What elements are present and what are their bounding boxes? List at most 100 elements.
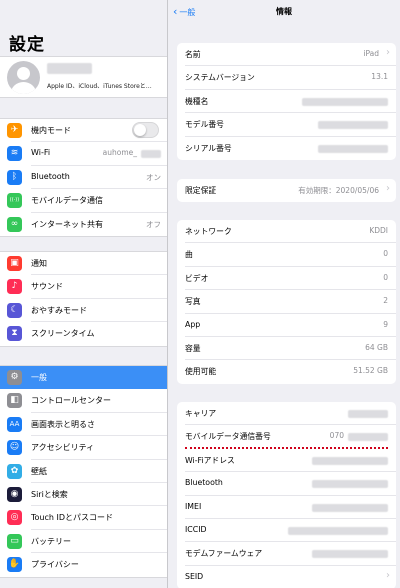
info-row: IMEI <box>177 496 396 519</box>
info-label: シリアル番号 <box>185 143 232 153</box>
airplane-icon: ✈ <box>7 123 22 138</box>
redacted-value <box>288 526 388 535</box>
hotspot-icon: ∞ <box>7 216 22 232</box>
info-row: 機種名 <box>177 90 396 114</box>
chevron-right-icon: › <box>386 569 390 581</box>
sidebar-item[interactable]: ▣ 通知 <box>0 252 167 276</box>
sidebar-item[interactable]: ((·)) モバイルデータ通信 <box>0 189 167 213</box>
hand-icon: ✋ <box>7 557 22 573</box>
chevron-right-icon: › <box>386 47 390 58</box>
info-label: 容量 <box>185 343 201 353</box>
info-row: 使用可能 51.52 GB <box>177 360 396 383</box>
info-row[interactable]: SEID › <box>177 566 396 588</box>
sidebar-item-label: 壁紙 <box>31 466 47 476</box>
sidebar-item[interactable]: ◉ Siriと検索 <box>0 483 167 507</box>
sidebar-item[interactable]: ∞ インターネット共有 オフ <box>0 213 167 236</box>
avatar-icon <box>7 61 40 94</box>
battery-icon: ▭ <box>7 533 22 549</box>
info-row: シリアル番号 <box>177 137 396 160</box>
info-group: ネットワーク KDDI 曲 0 ビデオ 0 写真 2 App 9 容量 64 GB 使用可能 51.52 … <box>177 220 396 384</box>
apple-id-profile[interactable]: Apple ID、iCloud、iTunes Storeと… <box>0 56 167 98</box>
sidebar-item[interactable]: ♪ サウンド <box>0 275 167 299</box>
info-label: 使用可能 <box>185 367 217 377</box>
sidebar-item[interactable]: ▭ バッテリー <box>0 530 167 554</box>
sidebar-item-label: Bluetooth <box>31 171 70 181</box>
sidebar-item[interactable]: ◧ コントロールセンター <box>0 389 167 413</box>
sidebar-item[interactable]: ✈ 機内モード <box>0 119 167 143</box>
info-value: 有効期限：2020/05/06 <box>298 186 379 195</box>
chevron-right-icon: › <box>386 183 390 194</box>
info-label: ビデオ <box>185 273 209 283</box>
info-row: ネットワーク KDDI <box>177 220 396 244</box>
info-row: ビデオ 0 <box>177 267 396 291</box>
info-row: システムバージョン 13.1 <box>177 66 396 90</box>
switches-icon: ◧ <box>7 393 22 409</box>
info-row: 写真 2 <box>177 290 396 314</box>
info-row[interactable]: 名前 iPad › <box>177 43 396 67</box>
info-row: Wi-Fiアドレス <box>177 449 396 473</box>
info-label: 機種名 <box>185 96 209 106</box>
sidebar-item-label: 通知 <box>31 259 47 268</box>
info-group: 名前 iPad › システムバージョン 13.1 機種名 モデル番号 シリアル番号 <box>177 43 396 160</box>
sidebar-item[interactable]: ⧗ スクリーンタイム <box>0 322 167 345</box>
redacted-value <box>312 480 388 489</box>
redacted-wifi-suffix <box>141 150 161 159</box>
info-label: 曲 <box>185 250 193 260</box>
settings-group: ⚙ 一般 ◧ コントロールセンター AA 画面表示と明るさ ☺ アクセシビリティ ✿ 壁紙 ◉ Sir… <box>0 365 167 578</box>
sidebar-item[interactable]: ≋ Wi-Fi auhome_ <box>0 142 167 166</box>
antenna-icon: ((·)) <box>7 193 22 209</box>
toggle-knob <box>134 124 146 136</box>
info-value: 13.1 <box>371 72 388 82</box>
sidebar-item-label: Siriと検索 <box>31 489 68 499</box>
redacted-value <box>348 433 388 442</box>
sidebar-item[interactable]: ◎ Touch IDとパスコード <box>0 506 167 530</box>
info-label: App <box>185 319 201 329</box>
info-label: Wi-Fiアドレス <box>185 455 235 465</box>
sidebar-item-label: おやすみモード <box>31 305 87 315</box>
sidebar-item[interactable]: ✋ プライバシー <box>0 553 167 576</box>
sidebar-item-label: モバイルデータ通信 <box>31 196 103 206</box>
sidebar-item-label: コントロールセンター <box>31 396 111 406</box>
settings-group: ✈ 機内モード ≋ Wi-Fi auhome_ ᛒ Bluetooth オン ((·)) モバイル… <box>0 118 167 237</box>
accessibility-icon: ☺ <box>7 440 22 456</box>
redacted-value <box>302 97 388 106</box>
sidebar-item-label: インターネット共有 <box>31 219 103 229</box>
airplane-mode-toggle[interactable] <box>132 122 159 138</box>
info-value: 9 <box>383 319 388 329</box>
info-label: キャリア <box>185 409 217 418</box>
sidebar-item[interactable]: ᛒ Bluetooth オン <box>0 166 167 190</box>
fingerprint-icon: ◎ <box>7 510 22 526</box>
sidebar-item[interactable]: ⚙ 一般 <box>0 366 167 390</box>
sidebar-item[interactable]: ☾ おやすみモード <box>0 299 167 323</box>
gear-icon: ⚙ <box>7 370 22 385</box>
sidebar-item-label: Touch IDとパスコード <box>31 513 114 523</box>
info-row: 曲0 <box>177 243 396 267</box>
redacted-value <box>348 410 388 418</box>
info-value: 51.52 GB <box>353 366 388 376</box>
sidebar-item-label: 機内モード <box>31 126 71 135</box>
info-label: 写真 <box>185 297 201 307</box>
info-value: iPad <box>363 49 379 58</box>
info-row[interactable]: 限定保証 有効期限：2020/05/06 › <box>177 179 396 202</box>
siri-icon: ◉ <box>7 486 22 502</box>
sidebar-item-label: サウンド <box>31 282 63 292</box>
info-label: IMEI <box>185 501 202 511</box>
redacted-value <box>312 550 388 559</box>
redacted-value <box>318 144 388 153</box>
info-label: 限定保証 <box>185 186 217 195</box>
sidebar-item-label: 画面表示と明るさ <box>31 419 95 429</box>
info-row: 容量 64 GB <box>177 337 396 361</box>
sidebar-item[interactable]: ☺ アクセシビリティ <box>0 436 167 460</box>
info-label: モデムファームウェア <box>185 549 263 559</box>
info-row: モバイルデータ通信番号 070 <box>177 425 396 449</box>
sidebar-item-label: プライバシー <box>31 560 79 570</box>
settings-sidebar: 設定 Apple ID、iCloud、iTunes Storeと… ✈ 機内モード… <box>0 0 167 588</box>
redacted-value <box>318 121 388 130</box>
sidebar-item[interactable]: AA 画面表示と明るさ <box>0 413 167 437</box>
sidebar-item[interactable]: ✿ 壁紙 <box>0 460 167 483</box>
wifi-icon: ≋ <box>7 146 22 162</box>
info-label: モデル番号 <box>185 120 224 130</box>
redacted-value <box>312 503 388 512</box>
info-row: モデムファームウェア <box>177 542 396 566</box>
info-row: モデル番号 <box>177 113 396 137</box>
